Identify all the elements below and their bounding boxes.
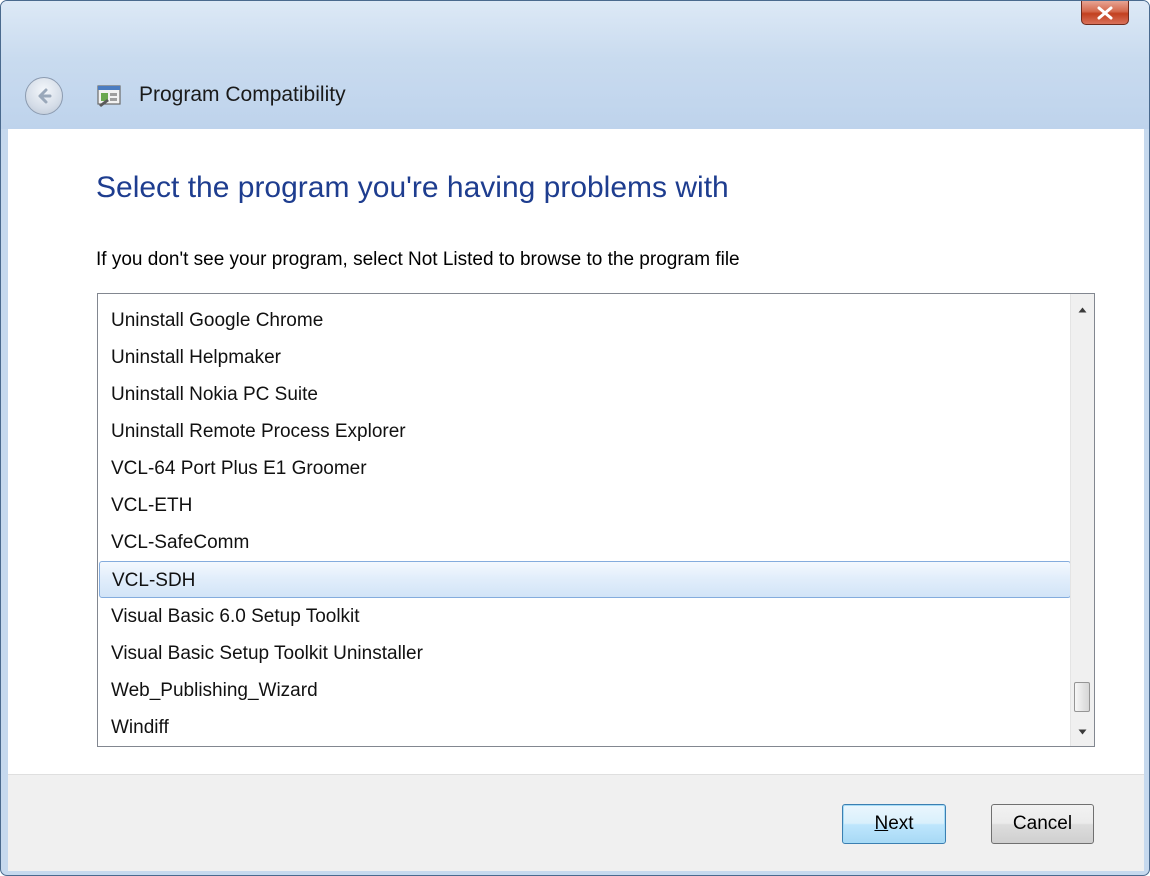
page-heading: Select the program you're having problem… — [96, 171, 729, 204]
cancel-button[interactable]: Cancel — [991, 804, 1094, 844]
list-item[interactable]: Uninstall Nokia PC Suite — [99, 376, 1071, 413]
scroll-down-button[interactable] — [1071, 720, 1094, 744]
next-button[interactable]: Next — [842, 804, 946, 844]
scroll-down-icon — [1078, 729, 1087, 735]
list-item[interactable]: VCL-ETH — [99, 487, 1071, 524]
instruction-text: If you don't see your program, select No… — [96, 249, 740, 270]
button-bar: Next Cancel — [8, 774, 1144, 871]
list-item[interactable]: Uninstall Helpmaker — [99, 339, 1071, 376]
window-title: Program Compatibility — [139, 83, 346, 106]
content-area: Select the program you're having problem… — [8, 129, 1144, 774]
list-item[interactable]: Visual Basic 6.0 Setup Toolkit — [99, 598, 1071, 635]
close-button[interactable] — [1081, 1, 1129, 25]
list-item[interactable]: Uninstall Remote Process Explorer — [99, 413, 1071, 450]
program-compatibility-icon — [97, 85, 121, 107]
back-arrow-icon — [38, 88, 52, 104]
program-compatibility-window: Program Compatibility Select the program… — [0, 0, 1150, 876]
close-icon — [1097, 6, 1113, 19]
next-mnemonic: N — [874, 813, 889, 834]
list-item[interactable]: VCL-SafeComm — [99, 524, 1071, 561]
list-item[interactable]: VCL-64 Port Plus E1 Groomer — [99, 450, 1071, 487]
list-item[interactable]: Web_Publishing_Wizard — [99, 672, 1071, 709]
vertical-scrollbar[interactable] — [1070, 294, 1094, 746]
list-item[interactable]: Uninstall Google Chrome — [99, 302, 1071, 339]
scroll-up-button[interactable] — [1071, 298, 1094, 322]
back-button[interactable] — [25, 77, 63, 115]
list-item-selected[interactable]: VCL-SDH — [99, 561, 1071, 598]
next-label: ext — [888, 813, 914, 834]
scroll-thumb[interactable] — [1074, 682, 1090, 712]
program-list: Uninstall Google Chrome Uninstall Helpma… — [99, 302, 1071, 746]
scroll-up-icon — [1078, 307, 1087, 313]
title-bar: Program Compatibility — [1, 1, 1149, 129]
list-item[interactable]: Visual Basic Setup Toolkit Uninstaller — [99, 635, 1071, 672]
program-listbox[interactable]: Uninstall Google Chrome Uninstall Helpma… — [97, 293, 1095, 747]
list-item[interactable]: Windiff — [99, 709, 1071, 746]
